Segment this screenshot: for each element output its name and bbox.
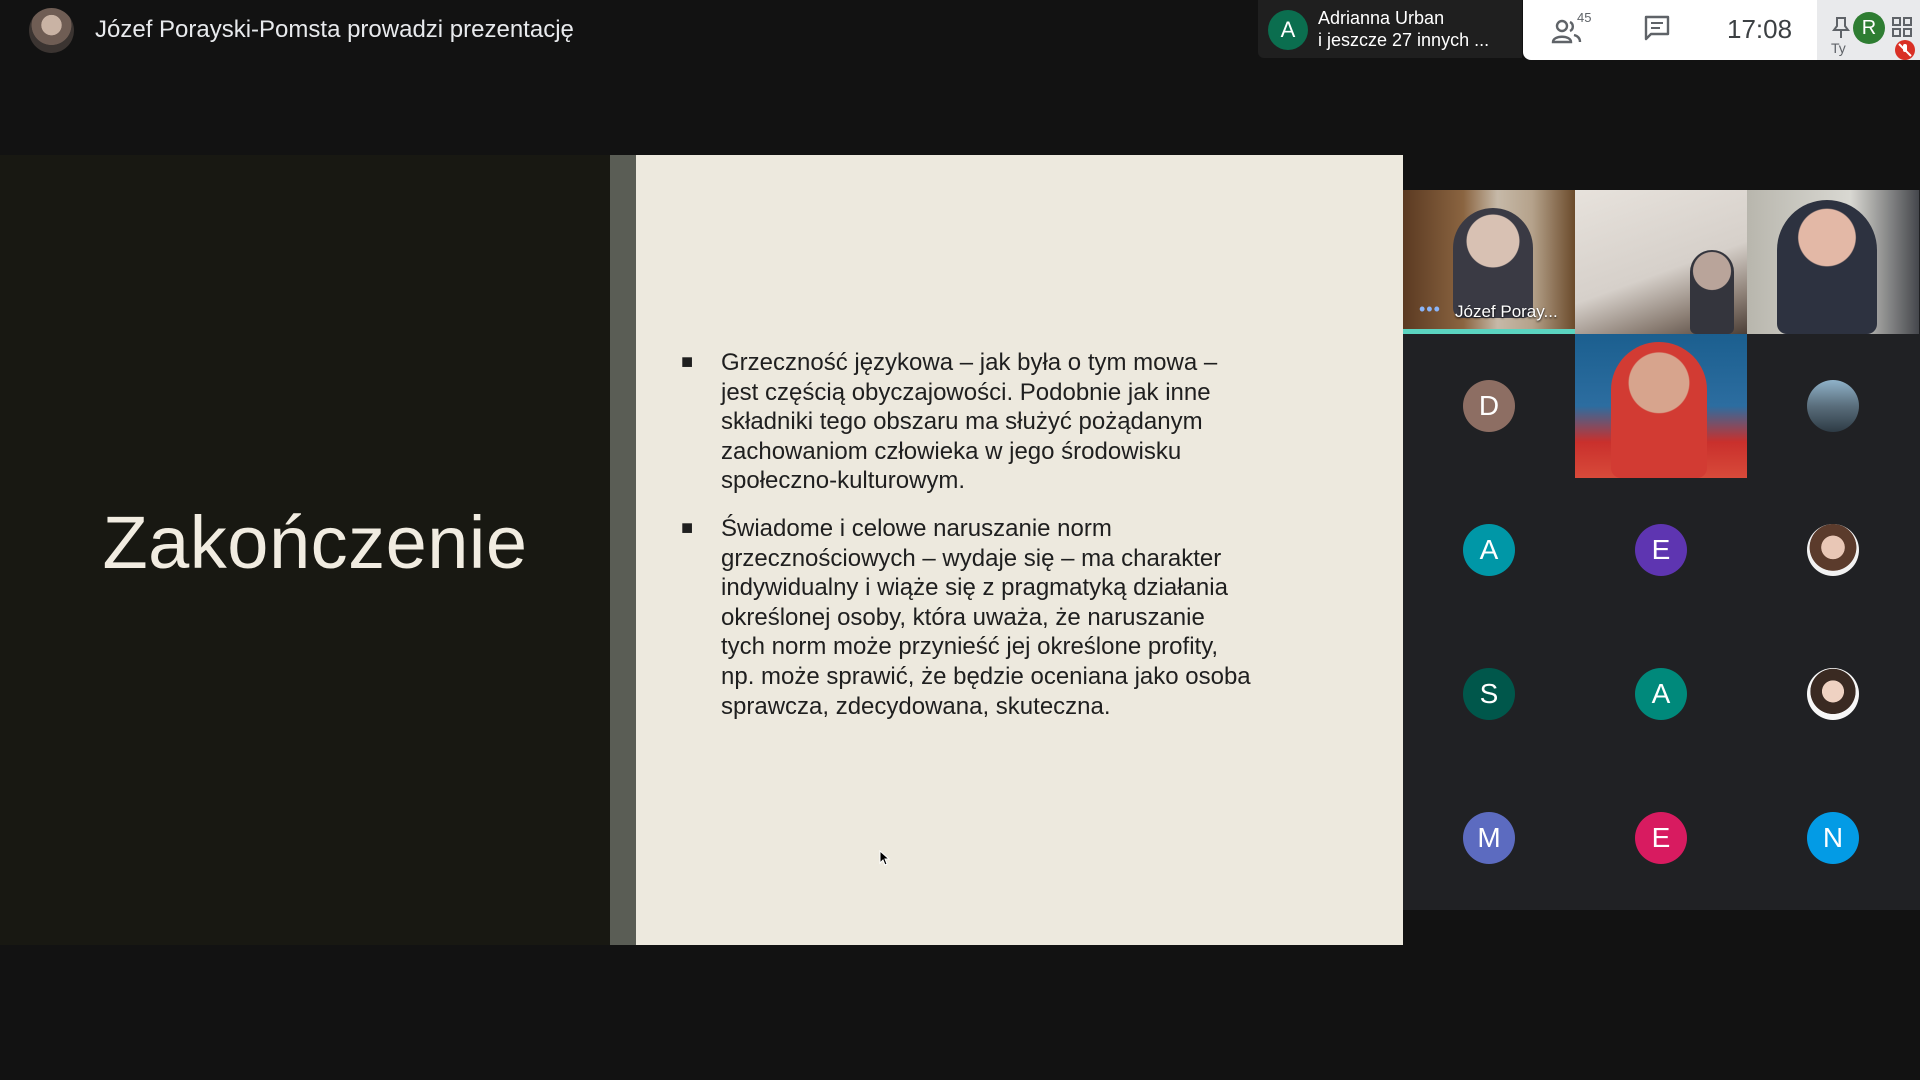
slide-title: Zakończenie [102,501,528,584]
participant-avatar: E [1635,812,1687,864]
top-controls: 45 17:08 R Ty [1523,0,1920,60]
participant-tile[interactable]: D [1403,334,1575,478]
participant-tile[interactable]: E [1575,478,1747,622]
participant-tile[interactable] [1575,334,1747,478]
participant-tile-presenter[interactable]: ••• Józef Poray... [1403,190,1575,334]
bullet-text: Grzeczność językowa – jak była o tym mow… [721,349,1218,495]
bullet-mark: ■ [681,351,694,373]
participant-avatar: M [1463,812,1515,864]
participant-avatar: A [1635,668,1687,720]
notification-more: i jeszcze 27 innych ... [1318,30,1490,50]
participant-tile[interactable] [1747,190,1919,334]
participant-photo [1807,668,1859,720]
participant-tile[interactable] [1747,622,1919,766]
slide-bullet: ■ Świadome i celowe naruszanie norm grze… [681,514,1251,721]
shared-slide: Zakończenie ■ Grzeczność językowa – jak … [0,155,1403,945]
bullet-mark: ■ [681,517,694,539]
slide-bullet: ■ Grzeczność językowa – jak była o tym m… [681,348,1251,496]
participant-grid: ••• Józef Poray... D A E S A M E N [1403,190,1920,910]
participant-avatar: N [1807,812,1859,864]
participant-silhouette [1777,200,1877,334]
bullet-text: Świadome i celowe naruszanie norm grzecz… [721,515,1251,720]
chat-icon [1644,15,1670,41]
participants-notification[interactable]: A Adrianna Urban i jeszcze 27 innych ... [1258,0,1522,58]
cursor-icon [879,850,891,866]
participant-tile[interactable]: M [1403,766,1575,910]
people-button[interactable]: 45 [1551,10,1595,48]
participant-photo [1807,524,1859,576]
participant-tile[interactable] [1747,478,1919,622]
self-label: Ty [1831,40,1846,56]
self-avatar: R [1853,12,1885,44]
mic-off-icon [1895,40,1915,60]
pin-icon[interactable] [1831,16,1851,40]
more-dots-icon[interactable]: ••• [1419,299,1441,320]
participant-photo [1807,380,1859,432]
chat-button[interactable] [1643,14,1675,46]
participant-avatar: A [1463,524,1515,576]
presentation-title: Józef Porayski-Pomsta prowadzi prezentac… [95,16,574,43]
participant-tile[interactable] [1747,334,1919,478]
participant-tile[interactable]: E [1575,766,1747,910]
participant-silhouette [1690,250,1734,334]
participant-avatar: S [1463,668,1515,720]
people-count: 45 [1577,10,1592,25]
participant-tile[interactable]: A [1403,478,1575,622]
participant-tile[interactable] [1575,190,1747,334]
participant-avatar: E [1635,524,1687,576]
slide-title-panel: Zakończenie [0,155,610,945]
grid-icon[interactable] [1891,16,1913,38]
notification-avatar: A [1268,10,1308,50]
participant-name: Józef Poray... [1455,302,1558,321]
notification-name: Adrianna Urban [1318,8,1445,28]
participant-tile[interactable]: S [1403,622,1575,766]
participant-avatar: D [1463,380,1515,432]
presenter-avatar [29,8,74,53]
clock: 17:08 [1727,14,1793,44]
slide-divider [610,155,636,945]
participant-tile[interactable]: A [1575,622,1747,766]
participant-tile[interactable]: N [1747,766,1919,910]
participant-silhouette [1611,342,1707,478]
slide-content-panel: ■ Grzeczność językowa – jak była o tym m… [636,155,1403,945]
